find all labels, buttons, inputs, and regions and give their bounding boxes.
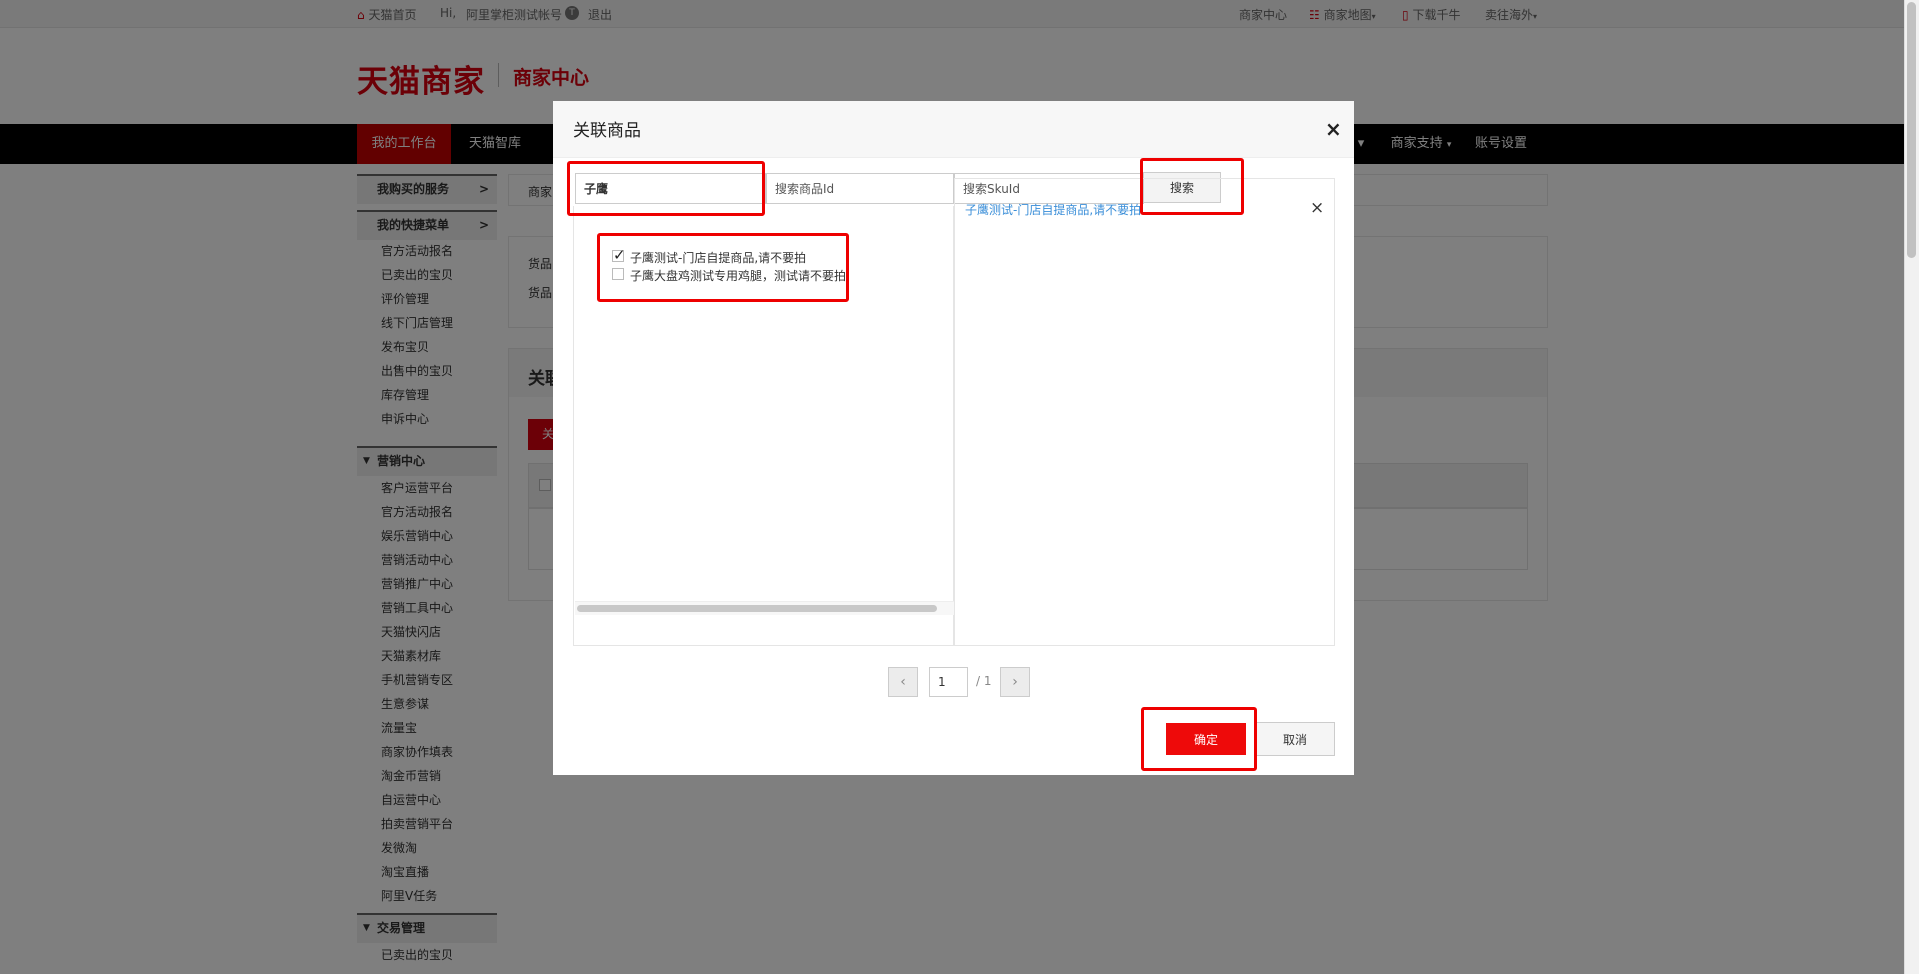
next-page-button[interactable]: › — [1000, 667, 1030, 697]
prev-page-button[interactable]: ‹ — [888, 667, 918, 697]
chevron-right-icon: › — [1012, 674, 1018, 690]
cancel-button[interactable]: 取消 — [1255, 722, 1335, 756]
horizontal-scrollbar-thumb[interactable] — [577, 605, 937, 612]
dialog-header — [553, 101, 1354, 158]
goods-name-search-input[interactable] — [575, 173, 766, 204]
chevron-left-icon: ‹ — [900, 674, 906, 690]
selected-item[interactable]: 子鹰测试-门店自提商品,请不要拍 — [965, 201, 1141, 218]
page-number-input[interactable] — [929, 667, 968, 697]
checkbox-unchecked[interactable] — [612, 268, 624, 280]
selected-goods-list: 子鹰测试-门店自提商品,请不要拍 × — [954, 178, 1335, 646]
goods-id-search-input[interactable] — [766, 173, 954, 204]
confirm-button[interactable]: 确定 — [1166, 723, 1246, 755]
close-icon[interactable]: × — [1325, 117, 1342, 141]
checkbox-checked[interactable] — [612, 246, 626, 264]
dialog-title: 关联商品 — [573, 121, 641, 141]
page-scrollbar-thumb[interactable] — [1907, 2, 1916, 258]
remove-icon[interactable]: × — [1310, 198, 1324, 218]
search-results-list: 子鹰测试-门店自提商品,请不要拍 子鹰大盘鸡测试专用鸡腿，测试请不要拍 — [573, 206, 954, 646]
page-total: / 1 — [976, 674, 992, 688]
associate-goods-dialog: 关联商品 × 搜索 子鹰测试-门店自提商品,请不要拍 子鹰大盘鸡测试专用鸡腿，测… — [553, 101, 1354, 775]
